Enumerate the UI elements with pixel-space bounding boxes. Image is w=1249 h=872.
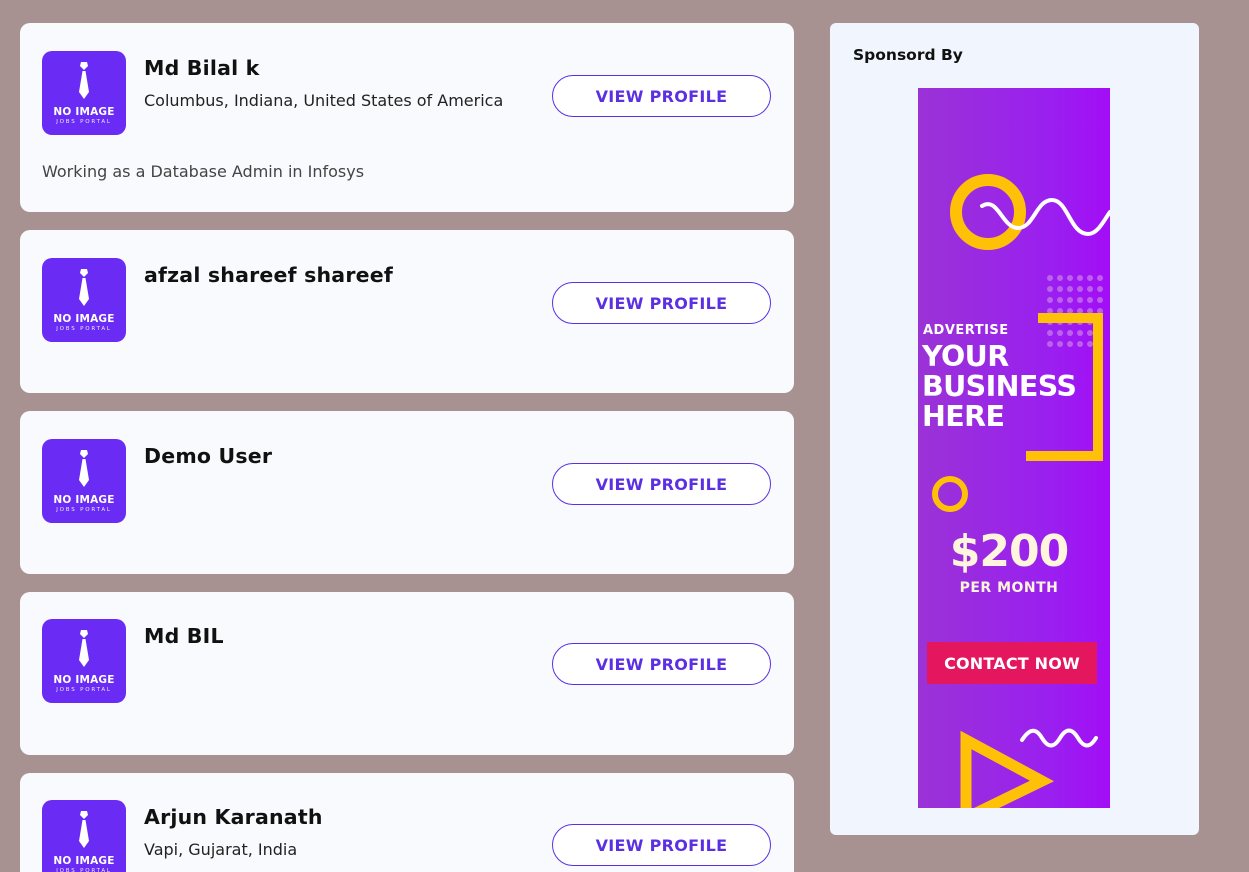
sponsor-title: Sponsord By [853,46,963,64]
ad-price: $200 [949,526,1069,577]
profile-name: Md BIL [144,624,224,648]
ad-price-unit: PER MONTH [959,580,1059,596]
no-image-label: NO IMAGE [53,313,115,325]
ad-headline-line: BUSINESS [922,370,1077,403]
tie-icon [79,450,89,487]
profile-avatar: NO IMAGE JOBS PORTAL [42,619,126,703]
jobs-portal-label: JOBS PORTAL [56,868,112,872]
profile-card: NO IMAGE JOBS PORTAL Arjun Karanath Vapi… [20,773,794,872]
sponsor-ad-banner[interactable]: ADVERTISE YOUR BUSINESS HERE $200 PER MO… [918,88,1110,808]
ad-decoration [932,174,1110,808]
profile-card: NO IMAGE JOBS PORTAL Md BIL VIEW PROFILE [20,592,794,755]
jobs-portal-label: JOBS PORTAL [56,119,112,125]
ad-headline-line: YOUR [922,340,1009,373]
view-profile-button[interactable]: VIEW PROFILE [552,463,771,505]
view-profile-button[interactable]: VIEW PROFILE [552,75,771,117]
no-image-label: NO IMAGE [53,855,115,867]
profile-card: NO IMAGE JOBS PORTAL Demo User VIEW PROF… [20,411,794,574]
profile-name: Md Bilal k [144,56,260,80]
no-image-label: NO IMAGE [53,106,115,118]
profile-description: Working as a Database Admin in Infosys [42,162,365,181]
view-profile-button[interactable]: VIEW PROFILE [552,282,771,324]
view-profile-button[interactable]: VIEW PROFILE [552,643,771,685]
ad-headline-line: HERE [922,400,1005,433]
sponsor-sidebar: Sponsord By ADVERTISE YOUR BUSINESS HERE [830,23,1199,835]
no-image-label: NO IMAGE [53,674,115,686]
profile-avatar: NO IMAGE JOBS PORTAL [42,258,126,342]
jobs-portal-label: JOBS PORTAL [56,326,112,332]
view-profile-button[interactable]: VIEW PROFILE [552,824,771,866]
profile-avatar: NO IMAGE JOBS PORTAL [42,800,126,872]
tie-icon [79,269,89,306]
profile-avatar: NO IMAGE JOBS PORTAL [42,51,126,135]
tie-icon [79,630,89,667]
profile-location: Columbus, Indiana, United States of Amer… [144,91,504,110]
profile-name: Demo User [144,444,273,468]
profile-card: NO IMAGE JOBS PORTAL afzal shareef share… [20,230,794,393]
ad-headline: YOUR BUSINESS HERE [922,342,1102,432]
profile-name: Arjun Karanath [144,805,323,829]
tie-icon [79,62,89,99]
tie-icon [79,811,89,848]
profile-card: NO IMAGE JOBS PORTAL Md Bilal k Columbus… [20,23,794,212]
profile-name: afzal shareef shareef [144,263,393,287]
jobs-portal-label: JOBS PORTAL [56,507,112,513]
ad-kicker: ADVERTISE [923,323,1009,338]
profile-location: Vapi, Gujarat, India [144,840,298,859]
profile-avatar: NO IMAGE JOBS PORTAL [42,439,126,523]
no-image-label: NO IMAGE [53,494,115,506]
contact-now-button[interactable]: CONTACT NOW [927,642,1097,684]
jobs-portal-label: JOBS PORTAL [56,687,112,693]
